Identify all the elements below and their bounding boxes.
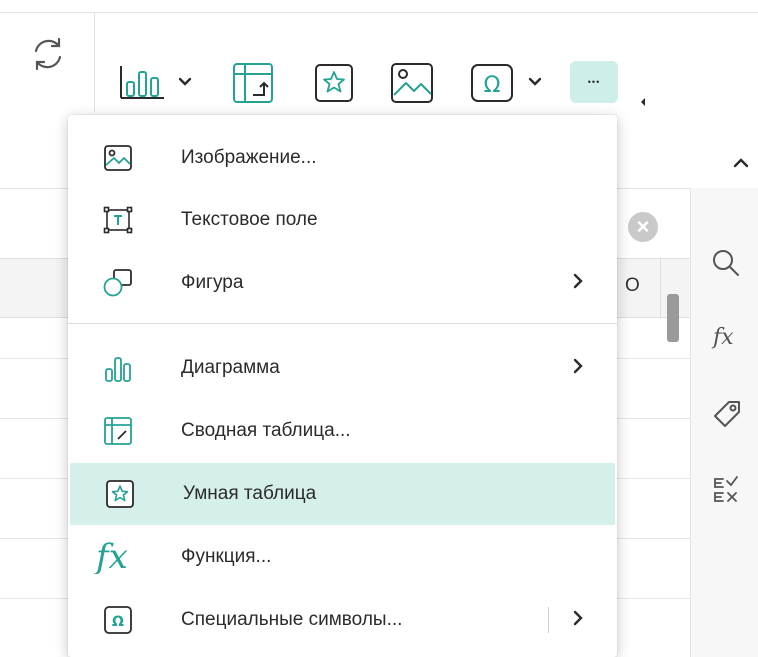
more-button[interactable]: ••• [570,61,618,103]
menu-item-label: Фигура [181,272,244,293]
shape-icon [102,268,134,298]
chevron-down-icon[interactable] [526,72,544,92]
menu-item-smart-table[interactable]: Умная таблица [70,463,615,525]
chevron-right-icon[interactable] [573,610,583,631]
menu-item-shape[interactable]: Фигура [68,252,617,314]
svg-text:fx: fx [94,540,128,574]
menu-item-function[interactable]: fx Функция... [68,526,617,588]
menu-item-label: Изображение... [181,147,317,168]
svg-text:Ω: Ω [484,73,501,98]
menu-item-label: Текстовое поле [181,209,318,230]
split-divider [548,607,549,633]
function-icon: fx [94,540,142,574]
pivot-table-icon [102,416,134,446]
menu-item-text-field[interactable]: Текстовое поле [68,189,617,251]
menu-item-label: Сводная таблица... [181,420,351,441]
svg-text:fx: fx [711,325,734,350]
scrollbar-thumb[interactable] [667,294,679,342]
collapse-ribbon-icon[interactable] [730,152,754,176]
chevron-down-icon[interactable] [176,72,194,92]
refresh-icon[interactable] [26,32,70,76]
menu-item-label: Диаграмма [181,357,280,378]
function-icon[interactable]: fx [711,320,743,357]
top-border [0,12,758,13]
menu-item-special-symbols[interactable]: Ω Специальные символы... [68,589,617,651]
tag-icon[interactable] [711,398,743,435]
menu-separator [68,323,617,324]
menu-item-label: Умная таблица [183,483,317,504]
chart-icon[interactable] [116,60,168,104]
menu-item-image[interactable]: Изображение... [68,127,617,189]
scroll-left-icon[interactable] [640,94,646,106]
smart-table-icon [104,479,136,509]
image-icon [102,143,134,173]
pivot-table-icon[interactable] [230,60,276,106]
menu-item-label: Специальные символы... [181,609,403,630]
toolbar-separator [94,12,95,112]
menu-item-label: Функция... [181,546,272,567]
smart-table-icon[interactable] [312,61,356,105]
menu-item-pivot-table[interactable]: Сводная таблица... [68,400,617,462]
image-icon[interactable] [388,60,436,106]
chevron-right-icon [573,273,583,294]
side-panel: fx [690,188,758,657]
chart-icon [102,353,134,383]
insert-menu: Изображение... Текстовое поле Фигура Диа… [68,115,617,657]
menu-item-chart[interactable]: Диаграмма [68,337,617,399]
text-field-icon [102,205,134,235]
search-icon[interactable] [711,248,741,283]
check-list-icon[interactable] [711,474,741,511]
svg-text:Ω: Ω [112,614,124,630]
special-symbol-icon[interactable]: Ω [466,61,518,105]
chevron-right-icon [573,358,583,379]
special-symbol-icon: Ω [102,605,134,635]
more-icon: ••• [587,77,601,87]
